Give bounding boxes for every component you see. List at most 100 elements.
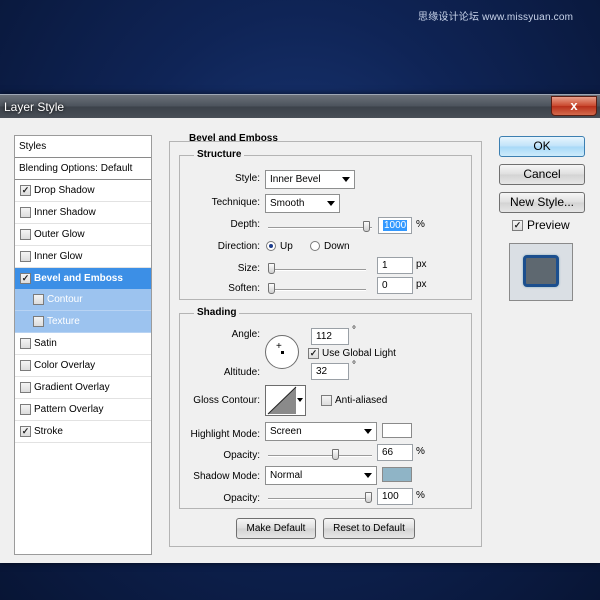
close-button[interactable]: x [551, 96, 597, 116]
style-item-label: Gradient Overlay [34, 382, 110, 393]
angle-input[interactable]: 112 [311, 328, 349, 345]
anti-aliased-checkbox[interactable] [321, 395, 332, 406]
highlight-opacity-label: Opacity: [223, 450, 260, 461]
style-item-checkbox[interactable] [20, 382, 31, 393]
highlight-color-swatch[interactable] [382, 423, 412, 438]
slider-thumb[interactable] [268, 263, 275, 274]
style-item-checkbox[interactable] [20, 426, 31, 437]
shadow-opacity-input[interactable]: 100 [377, 488, 413, 505]
technique-label: Technique: [211, 197, 260, 208]
style-item-label: Contour [47, 294, 83, 305]
angle-dial[interactable]: + [265, 335, 299, 369]
style-item[interactable]: Stroke [15, 421, 151, 443]
soften-unit: px [416, 279, 427, 290]
style-item[interactable]: Outer Glow [15, 224, 151, 246]
style-item-checkbox[interactable] [20, 273, 31, 284]
global-light-checkbox[interactable] [308, 348, 319, 359]
style-item-label: Bevel and Emboss [34, 273, 123, 284]
highlight-opacity-input[interactable]: 66 [377, 444, 413, 461]
style-item-label: Drop Shadow [34, 185, 95, 196]
style-label: Style: [234, 173, 260, 184]
style-item-checkbox[interactable] [20, 229, 31, 240]
preview-label[interactable]: Preview [527, 218, 570, 232]
shadow-opacity-value: 100 [382, 491, 399, 502]
shading-title: Shading [194, 307, 240, 318]
window-title: Layer Style [4, 100, 65, 114]
style-item-checkbox[interactable] [20, 207, 31, 218]
reset-default-button[interactable]: Reset to Default [323, 518, 415, 539]
style-item[interactable]: Bevel and Emboss [15, 268, 151, 289]
size-slider[interactable] [268, 263, 366, 275]
styles-header[interactable]: Styles [15, 136, 151, 158]
direction-up-radio[interactable] [266, 241, 276, 251]
make-default-button[interactable]: Make Default [236, 518, 316, 539]
shadow-mode-dropdown[interactable]: Normal [265, 466, 377, 485]
slider-thumb[interactable] [268, 283, 275, 294]
shadow-opacity-slider[interactable] [268, 492, 372, 504]
soften-value: 0 [382, 280, 388, 291]
angle-label: Angle: [231, 329, 260, 340]
style-item-checkbox[interactable] [20, 338, 31, 349]
highlight-mode-value: Screen [270, 426, 302, 437]
chevron-down-icon [297, 398, 303, 402]
cancel-button[interactable]: Cancel [499, 164, 585, 185]
style-item-checkbox[interactable] [20, 251, 31, 262]
preview-checkbox[interactable] [512, 220, 523, 231]
style-item-label: Outer Glow [34, 229, 85, 240]
title-bar[interactable]: Layer Style x [0, 95, 600, 118]
watermark-text: 思缘设计论坛 www.missyuan.com [418, 12, 574, 23]
style-item-checkbox[interactable] [20, 404, 31, 415]
style-item[interactable]: Pattern Overlay [15, 399, 151, 421]
style-item-checkbox[interactable] [33, 294, 44, 305]
soften-label: Soften: [228, 283, 260, 294]
direction-down-label[interactable]: Down [324, 241, 350, 252]
depth-input[interactable]: 1000 [378, 217, 412, 234]
style-item[interactable]: Inner Shadow [15, 202, 151, 224]
direction-up-label[interactable]: Up [280, 241, 293, 252]
depth-value: 1000 [383, 220, 408, 231]
style-item[interactable]: Gradient Overlay [15, 377, 151, 399]
shadow-color-swatch[interactable] [382, 467, 412, 482]
highlight-opacity-slider[interactable] [268, 449, 372, 461]
altitude-input[interactable]: 32 [311, 363, 349, 380]
style-item-checkbox[interactable] [20, 360, 31, 371]
blending-options-item[interactable]: Blending Options: Default [15, 158, 151, 180]
new-style-button[interactable]: New Style... [499, 192, 585, 213]
direction-down-radio[interactable] [310, 241, 320, 251]
style-item[interactable]: Color Overlay [15, 355, 151, 377]
crosshair-icon: + [276, 341, 282, 352]
slider-thumb[interactable] [365, 492, 372, 503]
style-item-checkbox[interactable] [33, 316, 44, 327]
layer-style-dialog: Layer Style x Styles Blending Options: D… [0, 94, 600, 563]
highlight-opacity-value: 66 [382, 447, 394, 458]
ok-button[interactable]: OK [499, 136, 585, 157]
gloss-contour-picker[interactable] [265, 385, 306, 416]
style-item[interactable]: Texture [15, 311, 151, 333]
style-item[interactable]: Satin [15, 333, 151, 355]
anti-aliased-label[interactable]: Anti-aliased [335, 395, 387, 406]
technique-value: Smooth [270, 198, 305, 209]
slider-thumb[interactable] [332, 449, 339, 460]
style-value: Inner Bevel [270, 174, 321, 185]
preview-thumbnail [523, 255, 559, 287]
style-preview [509, 243, 573, 301]
depth-label: Depth: [230, 219, 260, 230]
slider-thumb[interactable] [363, 221, 370, 232]
size-input[interactable]: 1 [377, 257, 413, 274]
style-item[interactable]: Inner Glow [15, 246, 151, 268]
depth-slider[interactable] [268, 221, 372, 233]
highlight-mode-dropdown[interactable]: Screen [265, 422, 377, 441]
style-dropdown[interactable]: Inner Bevel [265, 170, 355, 189]
style-item[interactable]: Contour [15, 289, 151, 311]
shadow-mode-label: Shadow Mode: [193, 471, 260, 482]
soften-input[interactable]: 0 [377, 277, 413, 294]
technique-dropdown[interactable]: Smooth [265, 194, 340, 213]
size-unit: px [416, 259, 427, 270]
chevron-down-icon [364, 429, 372, 434]
style-item-checkbox[interactable] [20, 185, 31, 196]
soften-slider[interactable] [268, 283, 366, 295]
style-item[interactable]: Drop Shadow [15, 180, 151, 202]
direction-label: Direction: [217, 241, 260, 252]
contour-curve-icon [267, 386, 297, 415]
global-light-label[interactable]: Use Global Light [322, 348, 396, 359]
